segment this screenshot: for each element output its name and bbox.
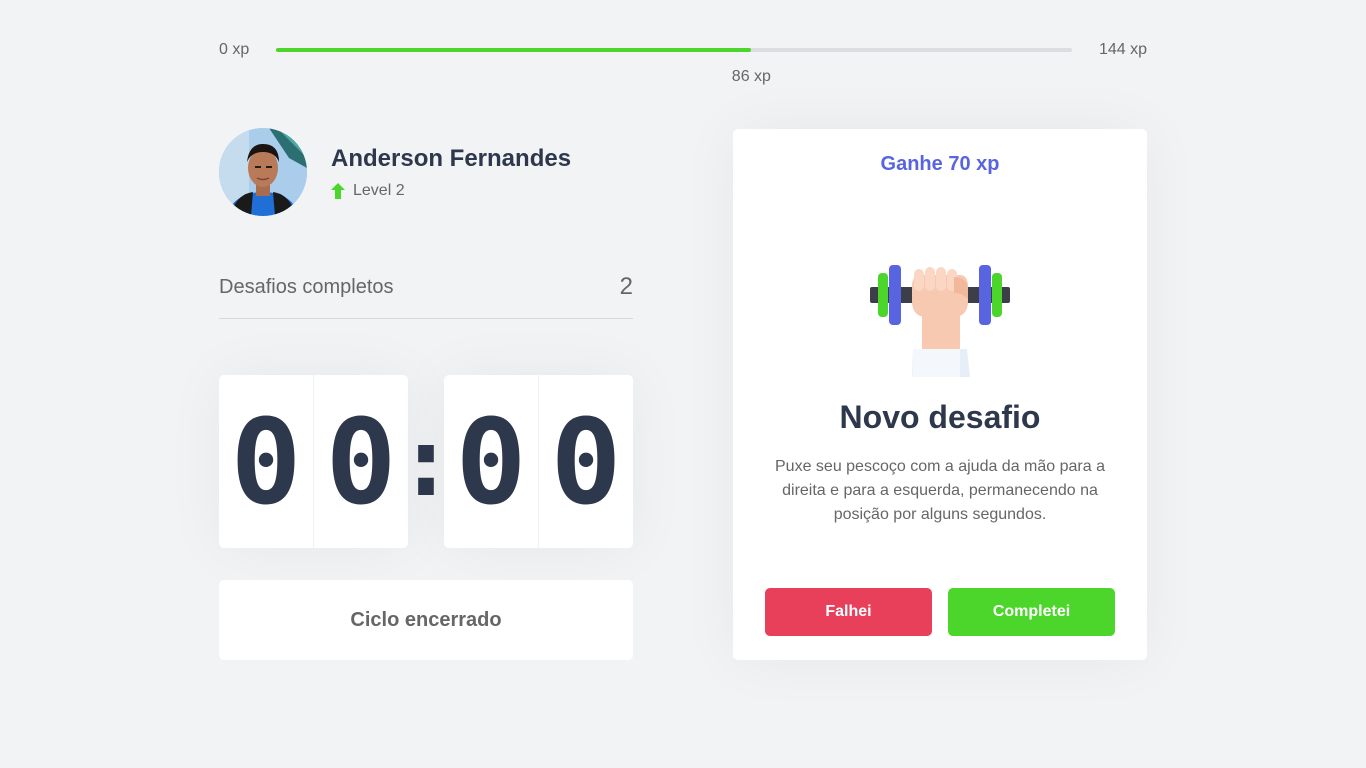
seconds-tens-digit: 0 bbox=[444, 375, 539, 548]
minutes-tens-digit: 0 bbox=[219, 375, 314, 548]
cycle-ended-button[interactable]: Ciclo encerrado bbox=[219, 580, 633, 660]
avatar bbox=[219, 128, 307, 216]
minutes-ones-digit: 0 bbox=[325, 392, 397, 531]
failed-button[interactable]: Falhei bbox=[765, 588, 932, 636]
xp-max-label: 144 xp bbox=[1098, 41, 1147, 58]
xp-current-label: 86 xp bbox=[731, 68, 771, 85]
dumbbell-icon bbox=[870, 265, 1010, 377]
completed-challenges-count: 2 bbox=[619, 273, 633, 300]
completed-challenges-label: Desafios completos bbox=[219, 276, 394, 298]
challenge-description: Puxe seu pescoço com a ajuda da mão para… bbox=[775, 458, 1105, 523]
xp-progress-track: 86 xp bbox=[276, 48, 1072, 85]
countdown-minutes: 0 0 bbox=[219, 375, 408, 548]
level-up-icon bbox=[331, 183, 345, 199]
xp-min-label: 0 xp bbox=[219, 41, 250, 58]
challenge-actions: Falhei Completei bbox=[765, 588, 1115, 636]
countdown-seconds: 0 0 bbox=[444, 375, 633, 548]
challenge-reward: Ganhe 70 xp bbox=[880, 153, 1000, 175]
challenge-title: Novo desafio bbox=[839, 399, 1041, 435]
countdown-separator: : bbox=[397, 405, 455, 518]
countdown: 0 0 : 0 0 bbox=[219, 375, 633, 548]
avatar-image bbox=[219, 128, 307, 216]
experience-bar: 0 xp 86 xp 144 xp bbox=[219, 40, 1147, 85]
profile-level-label: Level 2 bbox=[353, 182, 405, 199]
seconds-ones-digit: 0 bbox=[550, 392, 622, 531]
profile-name: Anderson Fernandes bbox=[331, 145, 572, 172]
xp-progress-fill bbox=[276, 48, 752, 52]
completed-challenges: Desafios completos 2 bbox=[219, 270, 633, 319]
completed-button[interactable]: Completei bbox=[948, 588, 1115, 636]
profile-info: Anderson Fernandes Level 2 bbox=[331, 144, 571, 200]
challenge-card: Ganhe 70 xp Novo desafio Puxe seu pescoç… bbox=[733, 129, 1147, 660]
profile-level: Level 2 bbox=[331, 182, 571, 200]
profile: Anderson Fernandes Level 2 bbox=[219, 128, 571, 216]
